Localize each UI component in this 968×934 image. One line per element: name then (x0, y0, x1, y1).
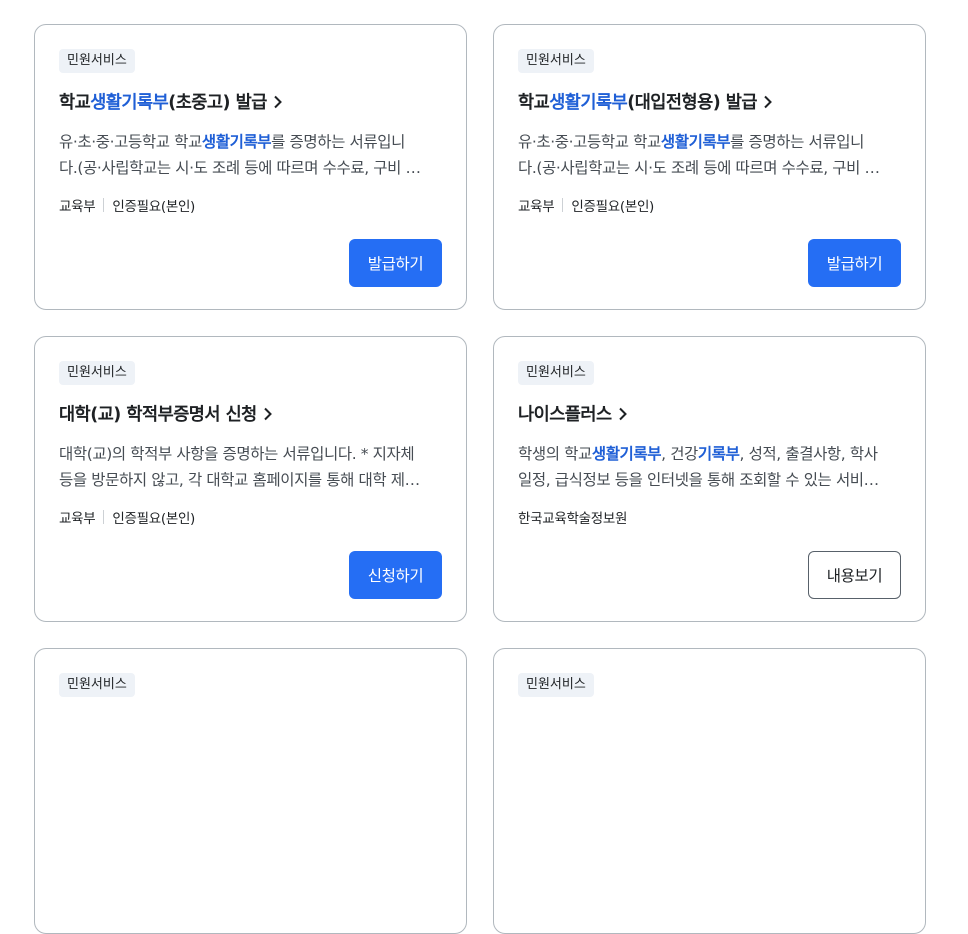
service-meta: 교육부 인증필요(본인) (518, 195, 654, 215)
desc-text: 유·초·중·고등학교 학교 (518, 133, 661, 151)
service-title-link[interactable]: 학교 생활기록부 (대입전형용) 발급 (518, 89, 773, 114)
service-description: 학생의 학교생활기록부, 건강기록부, 성적, 출결사항, 학사 일정, 급식정… (518, 441, 902, 493)
desc-text: 를 증명하는 서류입니 (730, 133, 864, 151)
service-title-link[interactable]: 학교 생활기록부 (초중고) 발급 (59, 89, 283, 114)
meta-divider (103, 198, 105, 212)
service-title-link[interactable]: 나이스플러스 (518, 401, 628, 426)
agency-label: 교육부 (59, 511, 96, 527)
issue-button[interactable]: 발급하기 (808, 239, 901, 287)
title-text: 학교 (518, 93, 550, 113)
agency-label: 교육부 (518, 199, 555, 215)
desc-text-line2: 다.(공·사립학교는 시·도 조례 등에 따르며 수수료, 구비 … (59, 159, 421, 177)
category-badge: 민원서비스 (518, 673, 594, 697)
service-description: 유·초·중·고등학교 학교생활기록부를 증명하는 서류입니 다.(공·사립학교는… (59, 129, 443, 181)
title-highlight: 생활기록부 (90, 93, 169, 113)
title-highlight: 생활기록부 (549, 93, 628, 113)
desc-highlight: 생활기록부 (201, 133, 272, 151)
desc-text-line2: 일정, 급식정보 등을 인터넷을 통해 조회할 수 있는 서비… (518, 471, 879, 489)
category-badge: 민원서비스 (59, 673, 135, 697)
service-meta: 한국교육학술정보원 (518, 507, 627, 527)
desc-text: , 건강 (661, 445, 698, 463)
service-meta: 교육부 인증필요(본인) (59, 195, 195, 215)
service-meta: 교육부 인증필요(본인) (59, 507, 195, 527)
service-card: 민원서비스 (34, 648, 467, 934)
desc-highlight: 생활기록부 (660, 133, 731, 151)
service-card: 민원서비스 (493, 648, 926, 934)
service-description: 대학(교)의 학적부 사항을 증명하는 서류입니다. * 지자체 등을 방문하지… (59, 441, 443, 493)
desc-text: 유·초·중·고등학교 학교 (59, 133, 202, 151)
title-text: 대학(교) 학적부증명서 신청 (59, 405, 257, 425)
service-card: 민원서비스 나이스플러스 학생의 학교생활기록부, 건강기록부, 성적, 출결사… (493, 336, 926, 622)
service-title-link[interactable]: 대학(교) 학적부증명서 신청 (59, 401, 273, 426)
view-details-button[interactable]: 내용보기 (808, 551, 901, 599)
apply-button[interactable]: 신청하기 (349, 551, 442, 599)
service-card: 민원서비스 학교 생활기록부 (초중고) 발급 유·초·중·고등학교 학교생활기록부… (34, 24, 467, 310)
service-card-grid: 민원서비스 학교 생활기록부 (초중고) 발급 유·초·중·고등학교 학교생활기록부… (0, 0, 968, 934)
desc-text: 학생의 학교 (518, 445, 592, 463)
auth-requirement-label: 인증필요(본인) (112, 199, 196, 215)
meta-divider (562, 198, 564, 212)
chevron-right-icon (764, 95, 772, 108)
desc-text-line2: 등을 방문하지 않고, 각 대학교 홈페이지를 통해 대학 제… (59, 471, 420, 489)
category-badge: 민원서비스 (59, 49, 135, 73)
title-text: 나이스플러스 (518, 405, 612, 425)
agency-label: 한국교육학술정보원 (518, 511, 628, 527)
category-badge: 민원서비스 (59, 361, 135, 385)
chevron-right-icon (618, 407, 627, 420)
service-card: 민원서비스 대학(교) 학적부증명서 신청 대학(교)의 학적부 사항을 증명하… (34, 336, 467, 622)
desc-text: , 성적, 출결사항, 학사 (739, 445, 878, 463)
service-description: 유·초·중·고등학교 학교생활기록부를 증명하는 서류입니 다.(공·사립학교는… (518, 129, 902, 181)
category-badge: 민원서비스 (518, 49, 594, 73)
auth-requirement-label: 인증필요(본인) (571, 199, 655, 215)
title-text: 학교 (59, 93, 91, 113)
desc-highlight: 생활기록부 (591, 445, 662, 463)
desc-text: 대학(교)의 학적부 사항을 증명하는 서류입니다. * 지자체 (59, 445, 415, 463)
meta-divider (103, 510, 105, 524)
auth-requirement-label: 인증필요(본인) (112, 511, 196, 527)
issue-button[interactable]: 발급하기 (349, 239, 442, 287)
title-text-suffix: (대입전형용) 발급 (627, 93, 757, 113)
desc-text-line2: 다.(공·사립학교는 시·도 조례 등에 따르며 수수료, 구비 … (518, 159, 880, 177)
desc-text: 를 증명하는 서류입니 (271, 133, 405, 151)
chevron-right-icon (274, 95, 282, 108)
service-card: 민원서비스 학교 생활기록부 (대입전형용) 발급 유·초·중·고등학교 학교생활기… (493, 24, 926, 310)
category-badge: 민원서비스 (518, 361, 594, 385)
chevron-right-icon (264, 407, 272, 420)
title-text-suffix: (초중고) 발급 (168, 93, 267, 113)
desc-highlight: 기록부 (697, 445, 740, 463)
agency-label: 교육부 (59, 199, 96, 215)
